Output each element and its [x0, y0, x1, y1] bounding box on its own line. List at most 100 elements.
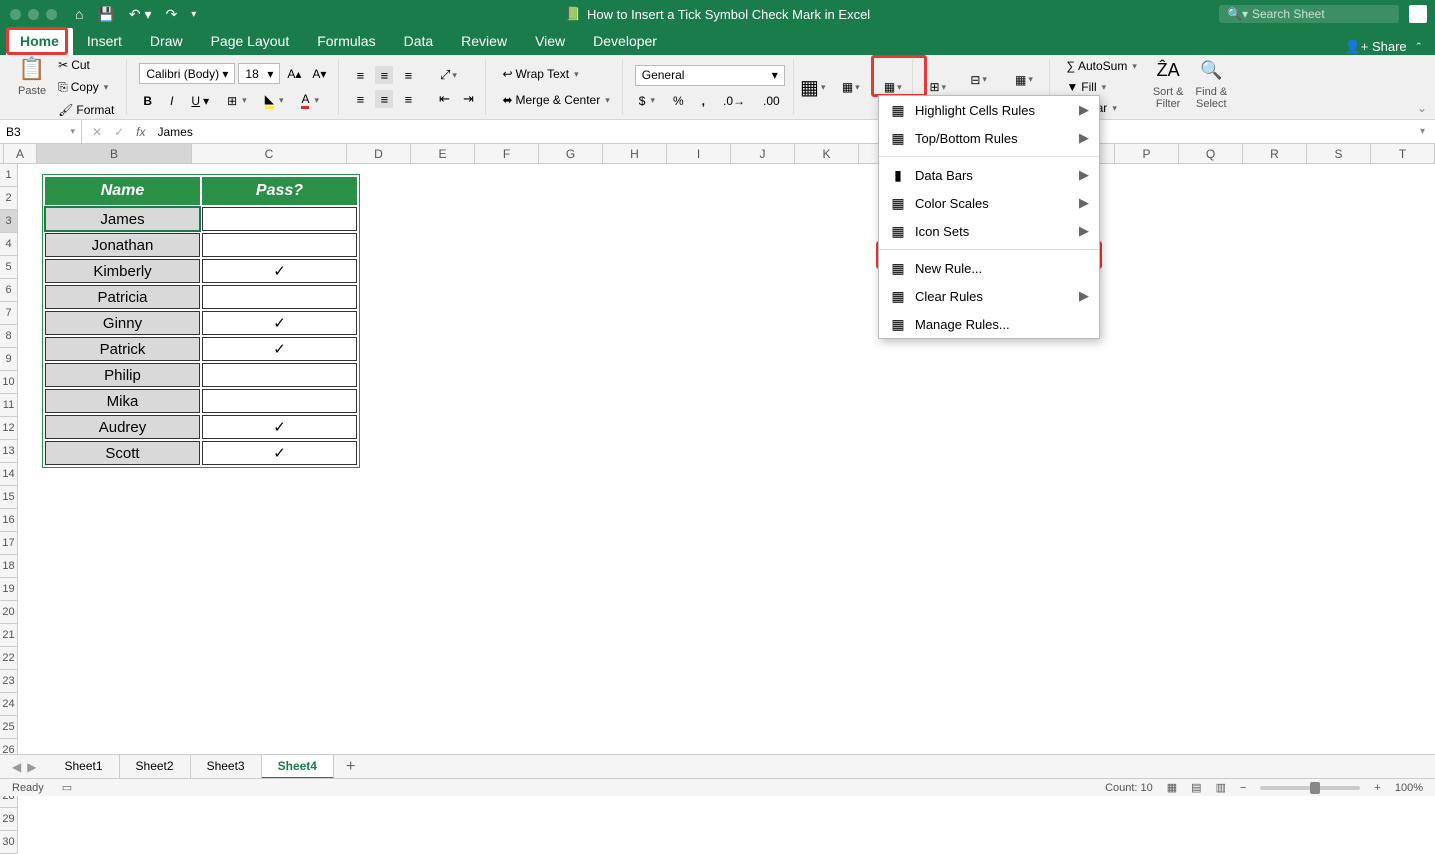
tab-formulas[interactable]: Formulas	[303, 28, 389, 55]
sheet-tab-sheet2[interactable]: Sheet2	[120, 755, 191, 779]
view-page-break-icon[interactable]: ▥	[1216, 781, 1226, 794]
add-sheet-button[interactable]: +	[334, 758, 367, 776]
sheet-nav-next-icon[interactable]: ▶	[27, 760, 36, 774]
autosum-button[interactable]: ∑ AutoSum	[1062, 57, 1140, 75]
undo-icon[interactable]: ↶ ▾	[129, 6, 152, 23]
view-normal-icon[interactable]: ▦	[1167, 781, 1177, 794]
font-size-select[interactable]: 18▾	[238, 63, 280, 84]
row-header-14[interactable]: 14	[0, 463, 18, 486]
row-header-22[interactable]: 22	[0, 647, 18, 670]
confirm-formula-icon[interactable]: ✓	[114, 125, 124, 139]
cf-new-rule[interactable]: ▦New Rule...	[879, 254, 1099, 282]
row-header-7[interactable]: 7	[0, 302, 18, 325]
window-controls[interactable]	[0, 9, 57, 20]
cell-pass-7[interactable]	[202, 389, 357, 413]
row-header-23[interactable]: 23	[0, 670, 18, 693]
zoom-level[interactable]: 100%	[1395, 782, 1423, 794]
row-header-21[interactable]: 21	[0, 624, 18, 647]
paste-icon[interactable]: 📋	[19, 56, 45, 82]
col-header-S[interactable]: S	[1307, 144, 1371, 163]
row-header-11[interactable]: 11	[0, 394, 18, 417]
cell-name-3[interactable]: Patricia	[45, 285, 200, 309]
italic-button[interactable]: I	[166, 92, 177, 110]
sheet-nav-prev-icon[interactable]: ◀	[12, 760, 21, 774]
col-header-I[interactable]: I	[667, 144, 731, 163]
bold-button[interactable]: B	[139, 92, 156, 110]
formula-input[interactable]: James	[157, 125, 192, 139]
row-header-30[interactable]: 30	[0, 831, 18, 854]
cell-name-8[interactable]: Audrey	[45, 415, 200, 439]
cell-pass-3[interactable]	[202, 285, 357, 309]
number-format-select[interactable]: General▾	[635, 65, 785, 86]
decrease-font-icon[interactable]: A▾	[308, 65, 330, 83]
name-box[interactable]: B3▾	[0, 120, 82, 143]
redo-icon[interactable]: ↷	[166, 6, 178, 23]
sheet-tab-sheet3[interactable]: Sheet3	[191, 755, 262, 779]
format-cells-icon[interactable]: ▦	[1011, 67, 1037, 93]
row-header-12[interactable]: 12	[0, 417, 18, 440]
decrease-indent-icon[interactable]: ⇤	[435, 90, 453, 108]
row-header-15[interactable]: 15	[0, 486, 18, 509]
cell-pass-2[interactable]: ✓	[202, 259, 357, 283]
cell-pass-4[interactable]: ✓	[202, 311, 357, 335]
fx-icon[interactable]: fx	[136, 125, 145, 139]
row-header-19[interactable]: 19	[0, 578, 18, 601]
row-headers[interactable]: 1234567891011121314151617181920212223242…	[0, 164, 18, 774]
search-sheet-input[interactable]: 🔍▾ Search Sheet	[1219, 5, 1399, 23]
tab-draw[interactable]: Draw	[136, 28, 197, 55]
row-header-6[interactable]: 6	[0, 279, 18, 302]
col-header-G[interactable]: G	[539, 144, 603, 163]
align-right-icon[interactable]: ≡	[399, 90, 417, 108]
minimize-dot[interactable]	[28, 9, 39, 20]
format-painter-button[interactable]: 🖌 Format	[54, 101, 118, 119]
fill-color-button[interactable]: ◣	[261, 90, 288, 111]
cell-pass-9[interactable]: ✓	[202, 441, 357, 465]
currency-icon[interactable]: $	[635, 92, 659, 110]
col-header-J[interactable]: J	[731, 144, 795, 163]
align-middle-icon[interactable]: ≡	[375, 66, 393, 84]
copy-button[interactable]: ⎘ Copy	[54, 78, 118, 97]
cell-name-0[interactable]: James	[45, 207, 200, 231]
macro-record-icon[interactable]: ▭	[62, 781, 72, 794]
home-icon[interactable]: ⌂	[75, 6, 83, 22]
cell-name-9[interactable]: Scott	[45, 441, 200, 465]
tab-developer[interactable]: Developer	[579, 28, 671, 55]
cell-pass-1[interactable]	[202, 233, 357, 257]
cancel-formula-icon[interactable]: ✕	[92, 125, 102, 139]
format-as-table-button[interactable]: ▦	[838, 74, 864, 100]
row-header-5[interactable]: 5	[0, 256, 18, 279]
tab-view[interactable]: View	[521, 28, 579, 55]
column-headers[interactable]: ABCDEFGHIJKLMNOPQRST	[4, 144, 1435, 164]
wrap-text-button[interactable]: ↩ Wrap Text	[498, 65, 613, 83]
cell-name-5[interactable]: Patrick	[45, 337, 200, 361]
cell-name-7[interactable]: Mika	[45, 389, 200, 413]
row-header-24[interactable]: 24	[0, 693, 18, 716]
sheet-tab-sheet4[interactable]: Sheet4	[262, 755, 334, 779]
font-color-button[interactable]: A	[297, 90, 323, 111]
col-header-K[interactable]: K	[795, 144, 859, 163]
underline-button[interactable]: U ▾	[187, 92, 213, 110]
cut-button[interactable]: ✂ Cut	[54, 56, 118, 74]
tab-review[interactable]: Review	[447, 28, 521, 55]
row-header-17[interactable]: 17	[0, 532, 18, 555]
cf-highlight-cells-rules[interactable]: ▦Highlight Cells Rules▶	[879, 96, 1099, 124]
cell-name-6[interactable]: Philip	[45, 363, 200, 387]
row-header-16[interactable]: 16	[0, 509, 18, 532]
cf-icon-sets[interactable]: ▦Icon Sets▶	[879, 217, 1099, 245]
maximize-dot[interactable]	[46, 9, 57, 20]
align-bottom-icon[interactable]: ≡	[399, 66, 417, 84]
row-header-29[interactable]: 29	[0, 808, 18, 831]
cell-pass-5[interactable]: ✓	[202, 337, 357, 361]
orientation-icon[interactable]: ⤢	[439, 66, 457, 84]
col-header-C[interactable]: C	[192, 144, 347, 163]
merge-center-button[interactable]: ⬌ Merge & Center	[498, 91, 613, 109]
row-header-10[interactable]: 10	[0, 371, 18, 394]
row-header-3[interactable]: 3	[0, 210, 18, 233]
increase-font-icon[interactable]: A▴	[283, 65, 305, 83]
row-header-2[interactable]: 2	[0, 187, 18, 210]
cf-data-bars[interactable]: ▮Data Bars▶	[879, 161, 1099, 189]
cf-top-bottom-rules[interactable]: ▦Top/Bottom Rules▶	[879, 124, 1099, 152]
tab-data[interactable]: Data	[390, 28, 448, 55]
col-header-E[interactable]: E	[411, 144, 475, 163]
percent-icon[interactable]: %	[669, 92, 688, 110]
